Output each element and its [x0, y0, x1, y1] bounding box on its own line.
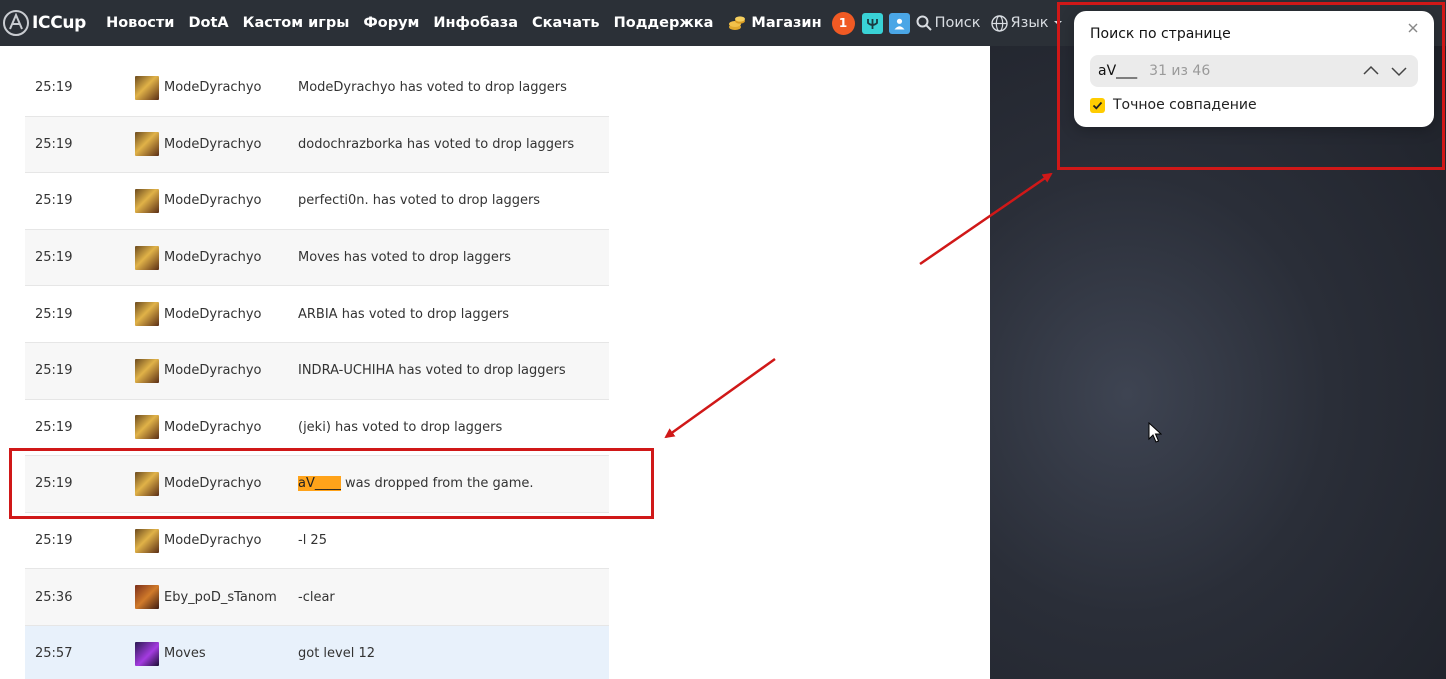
nav-item-dota[interactable]: DotA: [188, 15, 228, 31]
player-avatar: [135, 358, 159, 383]
iccup-logo-icon: [3, 10, 29, 36]
log-time: 25:19: [35, 193, 73, 209]
player-avatar: [135, 528, 159, 553]
language-label: Язык: [1010, 15, 1049, 31]
clan-icon[interactable]: [861, 12, 883, 34]
player-avatar: [135, 75, 159, 100]
log-time: 25:19: [35, 250, 73, 266]
player-avatar: [135, 302, 159, 327]
log-message: ModeDyrachyo has voted to drop laggers: [298, 80, 567, 96]
page-root: ICCup Новости DotA Кастом игры Форум Инф…: [0, 0, 1446, 679]
log-message: (jeki) has voted to drop laggers: [298, 419, 503, 435]
log-time: 25:19: [35, 306, 73, 322]
log-player[interactable]: ModeDyrachyo: [135, 188, 298, 213]
player-name: ModeDyrachyo: [164, 533, 262, 549]
game-log-table: 25:19 ModeDyrachyo ModeDyrachyo has vote…: [25, 60, 609, 679]
table-row: 25:19 ModeDyrachyo Moves has voted to dr…: [25, 229, 609, 287]
table-row: 25:19 ModeDyrachyo ModeDyrachyo has vote…: [25, 60, 609, 117]
log-time: 25:19: [35, 419, 73, 435]
nav-language[interactable]: Язык: [990, 14, 1066, 32]
annotation-box-find-popup: [1057, 2, 1445, 170]
player-name: ModeDyrachyo: [164, 419, 262, 435]
log-player[interactable]: ModeDyrachyo: [135, 302, 298, 327]
nav-item-news[interactable]: Новости: [106, 15, 174, 31]
annotation-box-dropped-row: [9, 448, 654, 519]
nav-item-forum[interactable]: Форум: [363, 15, 419, 31]
player-name: ModeDyrachyo: [164, 363, 262, 379]
player-name: ModeDyrachyo: [164, 250, 262, 266]
log-message: got level 12: [298, 646, 376, 662]
search-icon: [916, 15, 932, 31]
profile-icon[interactable]: [888, 12, 910, 34]
nav-item-download[interactable]: Скачать: [532, 15, 600, 31]
coins-icon: [729, 16, 746, 30]
nav-item-custom-games[interactable]: Кастом игры: [243, 15, 350, 31]
log-time: 25:19: [35, 80, 73, 96]
log-player[interactable]: ModeDyrachyo: [135, 132, 298, 157]
player-name: ModeDyrachyo: [164, 136, 262, 152]
log-message: -clear: [298, 589, 335, 605]
player-name: ModeDyrachyo: [164, 306, 262, 322]
log-player[interactable]: ModeDyrachyo: [135, 358, 298, 383]
log-time: 25:19: [35, 533, 73, 549]
player-name: Eby_poD_sTanom: [164, 589, 277, 605]
log-message: -l 25: [298, 533, 327, 549]
trident-icon: [866, 18, 878, 29]
shop-label: Магазин: [751, 15, 822, 31]
search-label: Поиск: [934, 15, 981, 31]
player-avatar: [135, 245, 159, 270]
user-icon: [894, 18, 905, 29]
player-name: ModeDyrachyo: [164, 193, 262, 209]
log-time: 25:19: [35, 363, 73, 379]
nav-item-support[interactable]: Поддержка: [614, 15, 714, 31]
table-row: 25:19 ModeDyrachyo ARBIA has voted to dr…: [25, 286, 609, 343]
log-message: Moves has voted to drop laggers: [298, 250, 512, 266]
globe-icon: [990, 14, 1008, 32]
site-logo[interactable]: ICCup: [0, 0, 86, 46]
log-message: dodochrazborka has voted to drop laggers: [298, 136, 575, 152]
player-name: ModeDyrachyo: [164, 80, 262, 96]
player-name: Moves: [164, 646, 206, 662]
player-avatar: [135, 415, 159, 440]
player-avatar: [135, 641, 159, 666]
log-time: 25:57: [35, 646, 73, 662]
table-row: 25:19 ModeDyrachyo INDRA-UCHIHA has vote…: [25, 342, 609, 400]
nav-search[interactable]: Поиск: [916, 15, 981, 31]
log-message: INDRA-UCHIHA has voted to drop laggers: [298, 363, 566, 379]
log-time: 25:19: [35, 136, 73, 152]
log-player[interactable]: Moves: [135, 641, 298, 666]
log-message: ARBIA has voted to drop laggers: [298, 306, 509, 322]
log-time: 25:36: [35, 589, 73, 605]
nav-item-shop[interactable]: Магазин: [727, 13, 822, 33]
log-player[interactable]: ModeDyrachyo: [135, 528, 298, 553]
player-avatar: [135, 585, 159, 610]
log-message: perfecti0n. has voted to drop laggers: [298, 193, 541, 209]
player-avatar: [135, 188, 159, 213]
log-player[interactable]: ModeDyrachyo: [135, 415, 298, 440]
logo-text: ICCup: [32, 13, 87, 33]
notification-badge[interactable]: 1: [831, 11, 855, 35]
log-player[interactable]: ModeDyrachyo: [135, 245, 298, 270]
game-log-content: 25:19 ModeDyrachyo ModeDyrachyo has vote…: [0, 46, 990, 679]
table-row: 25:36 Eby_poD_sTanom -clear: [25, 569, 609, 626]
log-player[interactable]: Eby_poD_sTanom: [135, 585, 298, 610]
table-row: 25:19 ModeDyrachyo dodochrazborka has vo…: [25, 116, 609, 174]
table-row: 25:19 ModeDyrachyo perfecti0n. has voted…: [25, 173, 609, 230]
nav-item-infobase[interactable]: Инфобаза: [433, 15, 518, 31]
table-row: 25:57 Moves got level 12: [25, 625, 609, 679]
log-player[interactable]: ModeDyrachyo: [135, 75, 298, 100]
player-avatar: [135, 132, 159, 157]
mouse-cursor-icon: [1148, 422, 1162, 443]
table-row: 25:19 ModeDyrachyo -l 25: [25, 513, 609, 570]
